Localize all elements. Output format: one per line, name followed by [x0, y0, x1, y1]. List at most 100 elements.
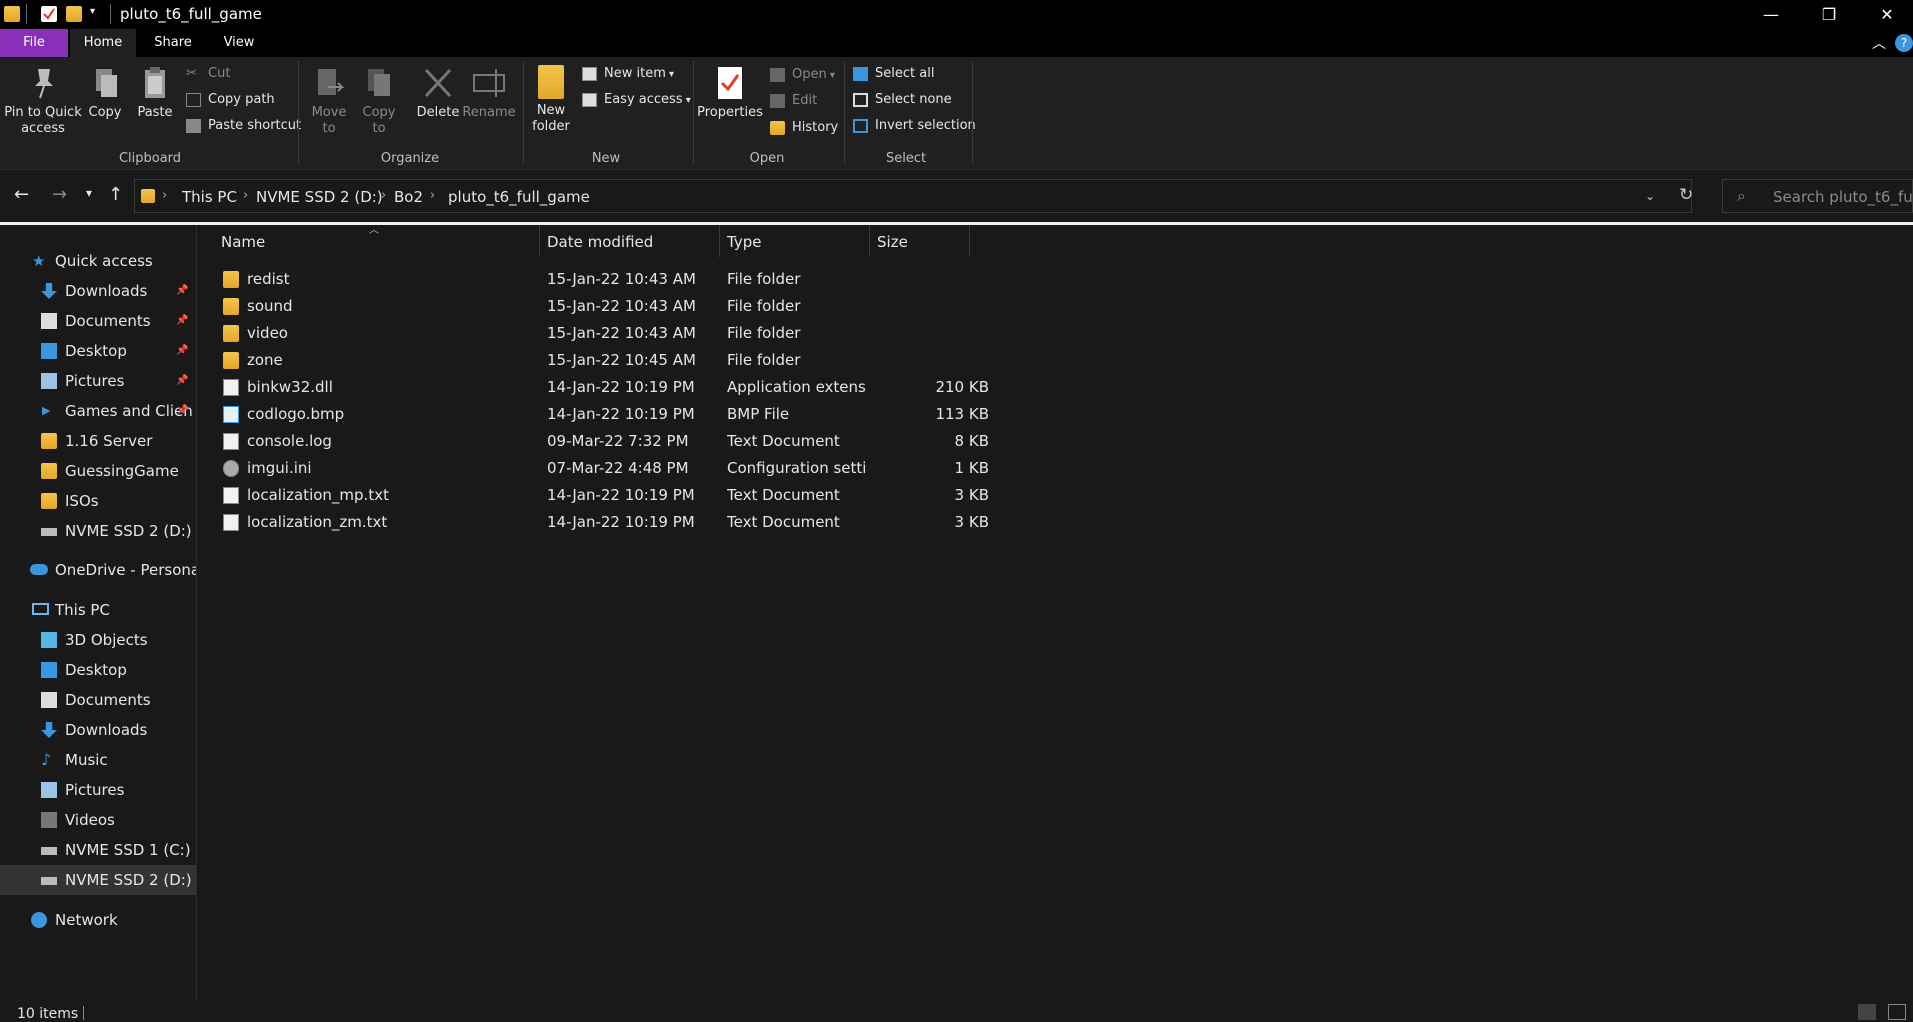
delete-button[interactable]: Delete: [412, 65, 464, 121]
move-to-button[interactable]: Move to: [306, 65, 352, 137]
sidebar-item-pc-nvme-ssd-2-d-[interactable]: NVME SSD 2 (D:): [0, 865, 196, 895]
navigation-pane: ★ Quick access Downloads 📌 Documents 📌 Deskt…: [0, 225, 197, 1000]
sidebar-item-desktop[interactable]: Desktop 📌: [0, 336, 196, 366]
invert-selection-button[interactable]: Invert selection: [853, 116, 976, 136]
paste-button[interactable]: Paste: [132, 65, 178, 121]
sidebar-item-pc-pictures[interactable]: Pictures: [0, 775, 196, 805]
sidebar-item-documents[interactable]: Documents 📌: [0, 306, 196, 336]
customize-quick-access-chevron-icon[interactable]: ▾: [90, 6, 95, 17]
pin-to-quick-access-button[interactable]: Pin to Quick access: [4, 65, 82, 137]
sidebar-item-pc-videos[interactable]: Videos: [0, 805, 196, 835]
refresh-icon[interactable]: ↻: [1679, 185, 1693, 205]
minimize-button[interactable]: —: [1742, 0, 1800, 29]
table-row[interactable]: zone 15-Jan-22 10:45 AM File folder: [217, 347, 1167, 374]
sidebar-item-network[interactable]: Network: [0, 905, 196, 935]
cut-button[interactable]: ✂ Cut: [186, 64, 230, 84]
sidebar-item-this-pc[interactable]: This PC: [0, 595, 196, 625]
sidebar-item-onedrive[interactable]: OneDrive - Personal: [0, 555, 196, 585]
tab-file[interactable]: File: [0, 29, 68, 57]
back-arrow-icon[interactable]: ←: [14, 184, 29, 205]
breadcrumb-chevron-icon[interactable]: ›: [381, 188, 386, 203]
clipboard-icon: [138, 65, 172, 101]
rename-button[interactable]: Rename: [462, 65, 516, 121]
search-box[interactable]: ⌕ Search pluto_t6_ful...: [1722, 179, 1913, 213]
column-divider[interactable]: [539, 225, 540, 257]
music-note-icon: ♪: [41, 750, 52, 769]
table-row[interactable]: localization_mp.txt 14-Jan-22 10:19 PM Tex…: [217, 482, 1167, 509]
sidebar-item-pc-nvme-ssd-1-c-[interactable]: NVME SSD 1 (C:): [0, 835, 196, 865]
column-divider[interactable]: [869, 225, 870, 257]
open-button[interactable]: Open ▾: [770, 65, 835, 85]
large-icons-view-icon[interactable]: [1888, 1004, 1906, 1020]
sidebar-label: OneDrive - Personal: [55, 561, 196, 579]
sidebar-item-1-16-server[interactable]: 1.16 Server: [0, 426, 196, 456]
table-row[interactable]: video 15-Jan-22 10:43 AM File folder: [217, 320, 1167, 347]
breadcrumb-chevron-icon[interactable]: ›: [162, 188, 167, 203]
column-header-size[interactable]: Size: [877, 233, 908, 251]
breadcrumb-bo2[interactable]: Bo2: [394, 188, 423, 206]
tab-share[interactable]: Share: [140, 29, 206, 57]
table-row[interactable]: binkw32.dll 14-Jan-22 10:19 PM Application…: [217, 374, 1167, 401]
table-row[interactable]: localization_zm.txt 14-Jan-22 10:19 PM Tex…: [217, 509, 1167, 536]
sidebar-item-pc-documents[interactable]: Documents: [0, 685, 196, 715]
pin-icon: 📌: [176, 405, 189, 416]
sidebar-item-guessinggame[interactable]: GuessingGame: [0, 456, 196, 486]
sidebar-item-pc-music[interactable]: ♪ Music: [0, 745, 196, 775]
sidebar-item-pc-3d-objects[interactable]: 3D Objects: [0, 625, 196, 655]
edit-button[interactable]: Edit: [770, 91, 817, 111]
column-divider[interactable]: [969, 225, 970, 257]
table-row[interactable]: redist 15-Jan-22 10:43 AM File folder: [217, 266, 1167, 293]
sidebar-item-pc-downloads[interactable]: Downloads: [0, 715, 196, 745]
sidebar-item-downloads[interactable]: Downloads 📌: [0, 276, 196, 306]
help-icon[interactable]: ?: [1895, 34, 1913, 52]
select-none-button[interactable]: Select none: [853, 90, 952, 110]
paste-shortcut-button[interactable]: Paste shortcut: [186, 116, 301, 136]
copy-path-button[interactable]: Copy path: [186, 90, 275, 110]
history-button[interactable]: History: [770, 118, 838, 138]
sidebar-item-games-and-clien[interactable]: ▶ Games and Clien 📌: [0, 396, 196, 426]
recent-locations-chevron-icon[interactable]: ▾: [86, 186, 92, 200]
breadcrumb-this-pc[interactable]: This PC: [182, 188, 237, 206]
breadcrumb-drive[interactable]: NVME SSD 2 (D:): [256, 188, 383, 206]
table-row[interactable]: sound 15-Jan-22 10:43 AM File folder: [217, 293, 1167, 320]
table-row[interactable]: codlogo.bmp 14-Jan-22 10:19 PM BMP File 113…: [217, 401, 1167, 428]
forward-arrow-icon[interactable]: →: [52, 184, 67, 205]
breadcrumb-current-folder[interactable]: pluto_t6_full_game: [448, 188, 590, 206]
column-divider[interactable]: [719, 225, 720, 257]
status-divider: [83, 1006, 84, 1020]
collapse-ribbon-chevron-icon[interactable]: ︿: [1872, 33, 1886, 53]
details-view-icon[interactable]: [1858, 1004, 1876, 1020]
properties-quick-icon[interactable]: [41, 6, 57, 22]
column-header-name[interactable]: Name: [221, 233, 265, 251]
maximize-button[interactable]: ❐: [1800, 0, 1858, 29]
table-row[interactable]: imgui.ini 07-Mar-22 4:48 PM Configuration …: [217, 455, 1167, 482]
easy-access-button[interactable]: Easy access ▾: [582, 90, 691, 110]
new-folder-button[interactable]: New folder: [528, 65, 574, 135]
copy-to-icon: [362, 65, 396, 101]
file-type: File folder: [727, 351, 801, 369]
new-folder-quick-icon[interactable]: [66, 6, 82, 22]
new-item-button[interactable]: New item ▾: [582, 64, 674, 84]
properties-button[interactable]: Properties: [696, 65, 764, 121]
sidebar-item-pc-desktop[interactable]: Desktop: [0, 655, 196, 685]
tab-home[interactable]: Home: [70, 29, 136, 57]
column-header-type[interactable]: Type: [727, 233, 761, 251]
sidebar-item-nvme-ssd-2-d-[interactable]: NVME SSD 2 (D:): [0, 516, 196, 546]
sidebar-item-quick-access[interactable]: ★ Quick access: [0, 246, 196, 276]
sidebar-item-pictures[interactable]: Pictures 📌: [0, 366, 196, 396]
copy-button[interactable]: Copy: [84, 65, 126, 121]
pin-icon: 📌: [176, 345, 189, 356]
tab-view[interactable]: View: [206, 29, 272, 57]
select-all-button[interactable]: Select all: [853, 64, 934, 84]
up-arrow-icon[interactable]: ↑: [108, 184, 123, 205]
address-bar[interactable]: › This PC › NVME SSD 2 (D:) › Bo2 › plut…: [134, 179, 1693, 213]
copy-to-button[interactable]: Copy to: [356, 65, 402, 137]
column-header-date-modified[interactable]: Date modified: [547, 233, 653, 251]
address-history-chevron-icon[interactable]: ⌄: [1645, 189, 1655, 203]
sidebar-item-isos[interactable]: ISOs: [0, 486, 196, 516]
table-row[interactable]: console.log 09-Mar-22 7:32 PM Text Documen…: [217, 428, 1167, 455]
breadcrumb-chevron-icon[interactable]: ›: [243, 188, 248, 203]
breadcrumb-chevron-icon[interactable]: ›: [430, 188, 435, 203]
close-button[interactable]: ✕: [1858, 0, 1913, 29]
cloud-icon: [30, 564, 48, 575]
